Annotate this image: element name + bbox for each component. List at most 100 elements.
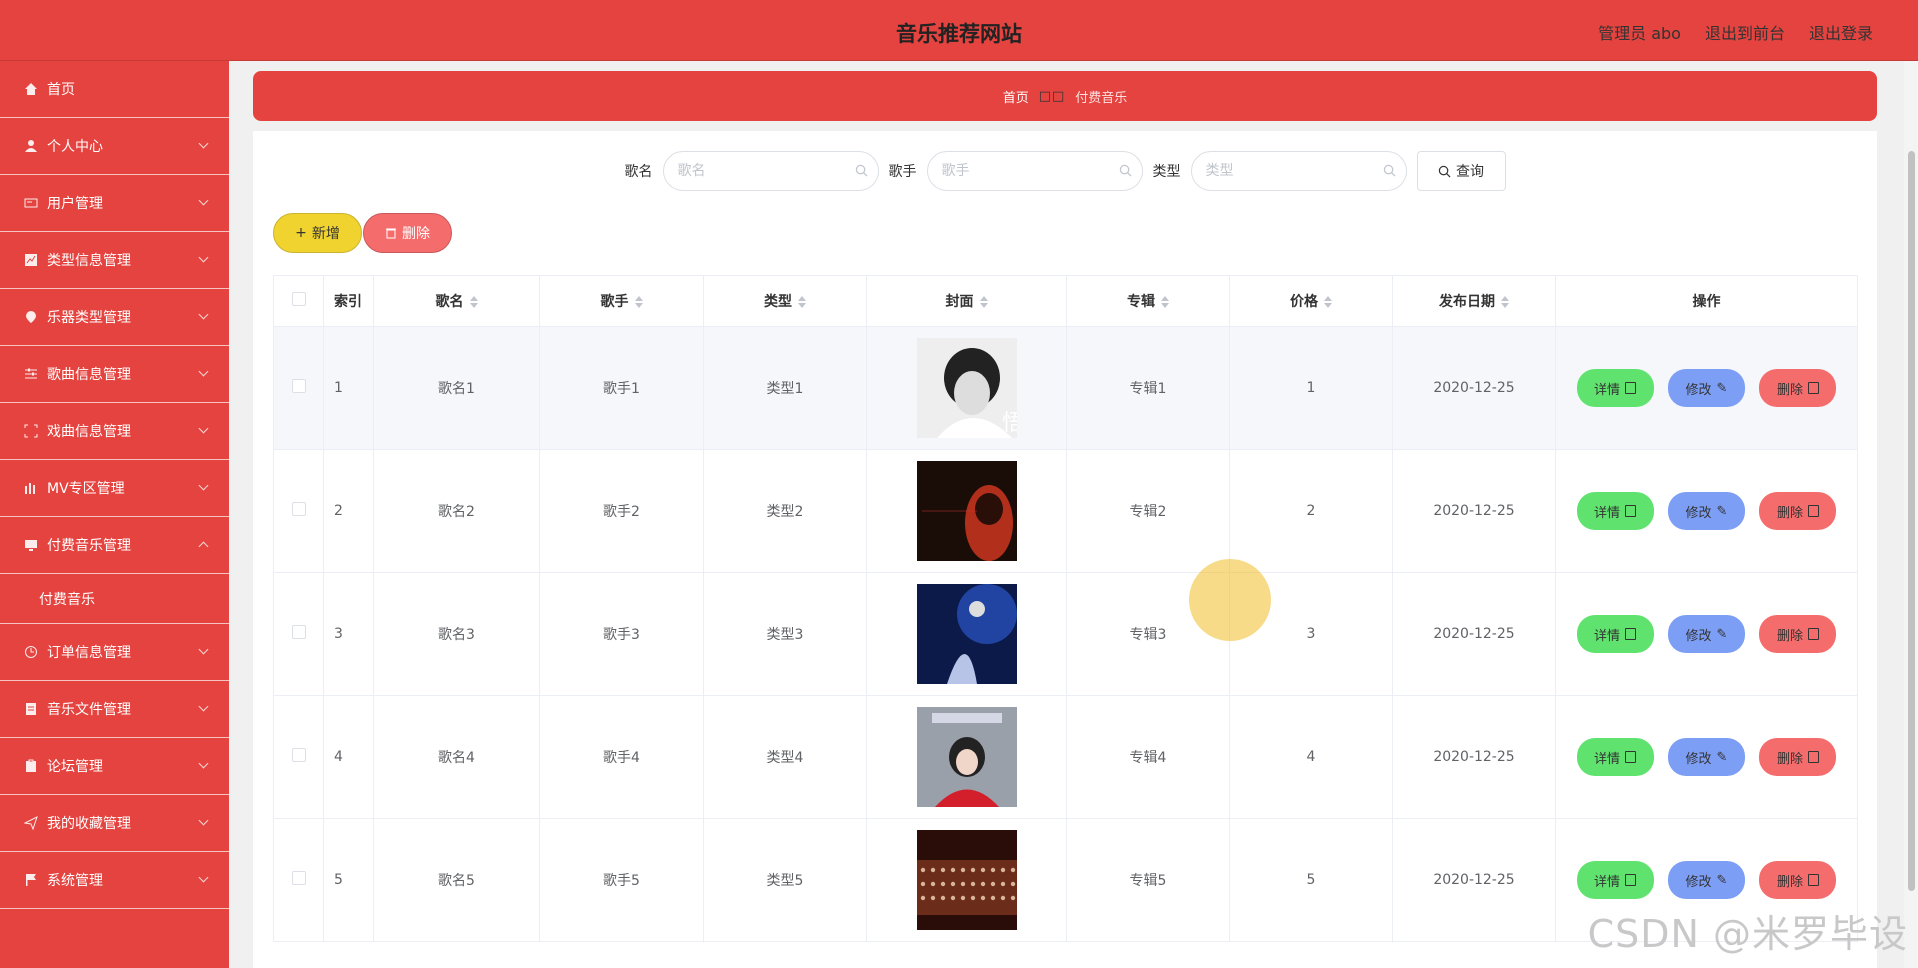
edit-button[interactable]: 修改 ✎ [1668,861,1745,899]
row-type: 类型1 [703,326,867,450]
row-cover[interactable] [866,572,1067,696]
pencil-icon: ✎ [1716,872,1728,888]
breadcrumb-home[interactable]: 首页 [1003,87,1029,106]
sidebar-item-orders[interactable]: 订单信息管理 [0,624,229,681]
batch-delete-button[interactable]: 删除 [363,213,452,253]
sidebar-item-opera[interactable]: 戏曲信息管理 [0,403,229,460]
chevron-down-icon [198,309,209,320]
row-checkbox[interactable] [291,379,306,393]
sidebar-item-type-info[interactable]: 类型信息管理 [0,232,229,289]
row-checkbox[interactable] [291,871,306,885]
row-checkbox[interactable] [291,502,306,516]
chevron-down-icon [198,423,209,434]
pencil-icon: ✎ [1716,626,1728,642]
detail-button-label: 详情 [1594,382,1621,398]
cover-image[interactable] [916,707,1017,807]
column-header-song[interactable]: 歌名 [373,275,540,327]
sidebar-item-label: 订单信息管理 [47,645,131,661]
sort-icon[interactable] [634,296,643,308]
sort-icon[interactable] [1161,296,1169,308]
type-placeholder: 类型 [1205,163,1234,179]
column-header-type[interactable]: 类型 [703,275,867,327]
sidebar-item-forum[interactable]: 论坛管理 [0,738,229,795]
row-checkbox[interactable] [291,748,306,762]
song-search-input[interactable]: 歌名 [662,151,879,191]
delete-row-button[interactable]: 删除 [1759,615,1837,653]
singer-search-input[interactable]: 歌手 [926,151,1143,191]
row-song: 歌名5 [373,818,540,942]
sidebar-item-favorites[interactable]: 我的收藏管理 [0,795,229,852]
sidebar-item-personal[interactable]: 个人中心 [0,118,229,175]
sidebar-item-mv[interactable]: MV专区管理 [0,460,229,517]
sidebar-item-label: 音乐文件管理 [47,702,131,718]
svg-text:悟: 悟 [1002,411,1017,436]
sidebar-item-songs[interactable]: 歌曲信息管理 [0,346,229,403]
column-header-cover[interactable]: 封面 [866,275,1067,327]
sidebar-item-users[interactable]: 用户管理 [0,175,229,232]
detail-button-label: 详情 [1594,751,1621,767]
row-cover[interactable]: 悟 [866,326,1067,450]
cover-image[interactable] [916,584,1017,684]
column-header-label: 价格 [1290,294,1318,310]
table-row[interactable]: 3 歌名3 歌手3 类型3 专辑3 3 2020-12-25 详情 修改 ✎ 删除 [273,572,1858,696]
sort-icon[interactable] [1324,296,1332,308]
delete-row-button[interactable]: 删除 [1759,861,1837,899]
row-cover[interactable] [866,449,1067,573]
cover-image[interactable]: 悟 [916,338,1017,438]
cover-image[interactable] [916,461,1017,561]
edit-button-label: 修改 [1685,751,1712,767]
sidebar-item-music-files[interactable]: 音乐文件管理 [0,681,229,738]
sidebar-subitem-paid-music[interactable]: 付费音乐 [0,574,229,624]
detail-button[interactable]: 详情 [1576,861,1654,899]
edit-button[interactable]: 修改 ✎ [1668,492,1745,530]
page-scrollbar[interactable] [1904,61,1918,968]
query-button[interactable]: 查询 [1416,151,1506,191]
delete-row-button[interactable]: 删除 [1759,369,1837,407]
chevron-down-icon [198,758,209,769]
singer-placeholder: 歌手 [941,163,970,179]
sort-icon[interactable] [798,296,806,308]
add-button[interactable]: + 新增 [273,213,362,253]
sort-icon[interactable] [1501,296,1509,308]
edit-button[interactable]: 修改 ✎ [1668,738,1745,776]
row-cover[interactable] [866,818,1067,942]
clipboard-icon [23,758,39,774]
edit-button[interactable]: 修改 ✎ [1668,615,1745,653]
type-search-input[interactable]: 类型 [1190,151,1407,191]
detail-button[interactable]: 详情 [1576,738,1654,776]
back-to-front-link[interactable]: 退出到前台 [1705,20,1785,44]
user-icon [23,138,39,154]
select-all-checkbox[interactable] [291,292,306,306]
column-header-album[interactable]: 专辑 [1066,275,1230,327]
admin-user-link[interactable]: 管理员 abo [1598,20,1681,44]
detail-button[interactable]: 详情 [1576,492,1654,530]
sidebar-item-paid-music[interactable]: 付费音乐管理 [0,517,229,574]
logout-link[interactable]: 退出登录 [1809,20,1873,44]
table-row[interactable]: 1 歌名1 歌手1 类型1 悟 专辑1 1 2020-12-25 详情 修改 ✎ … [273,326,1858,450]
sidebar-item-home[interactable]: 首页 [0,61,229,118]
sidebar-item-system[interactable]: 系统管理 [0,852,229,909]
column-header-date[interactable]: 发布日期 [1392,275,1556,327]
delete-button-label: 删除 [1776,751,1803,767]
row-cover[interactable] [866,695,1067,819]
table-row[interactable]: 4 歌名4 歌手4 类型4 专辑4 4 2020-12-25 详情 修改 ✎ 删除 [273,695,1858,819]
chevron-down-icon [198,644,209,655]
row-price: 1 [1229,326,1393,450]
watermark: CSDN @米罗毕设 [1587,912,1908,956]
sidebar-item-instrument[interactable]: 乐器类型管理 [0,289,229,346]
clock-icon [23,644,39,660]
column-header-singer[interactable]: 歌手 [539,275,704,327]
row-checkbox[interactable] [291,625,306,639]
sort-icon[interactable] [469,296,478,308]
cover-image[interactable] [916,830,1017,930]
edit-button[interactable]: 修改 ✎ [1668,369,1745,407]
query-button-label: 查询 [1456,164,1484,180]
detail-button[interactable]: 详情 [1576,615,1654,653]
column-header-price[interactable]: 价格 [1229,275,1393,327]
delete-row-button[interactable]: 删除 [1759,492,1837,530]
table-row[interactable]: 2 歌名2 歌手2 类型2 专辑2 2 2020-12-25 详情 修改 ✎ 删除 [273,449,1858,573]
delete-row-button[interactable]: 删除 [1759,738,1837,776]
detail-button[interactable]: 详情 [1576,369,1654,407]
sort-icon[interactable] [979,296,988,308]
scrollbar-thumb[interactable] [1908,151,1915,891]
